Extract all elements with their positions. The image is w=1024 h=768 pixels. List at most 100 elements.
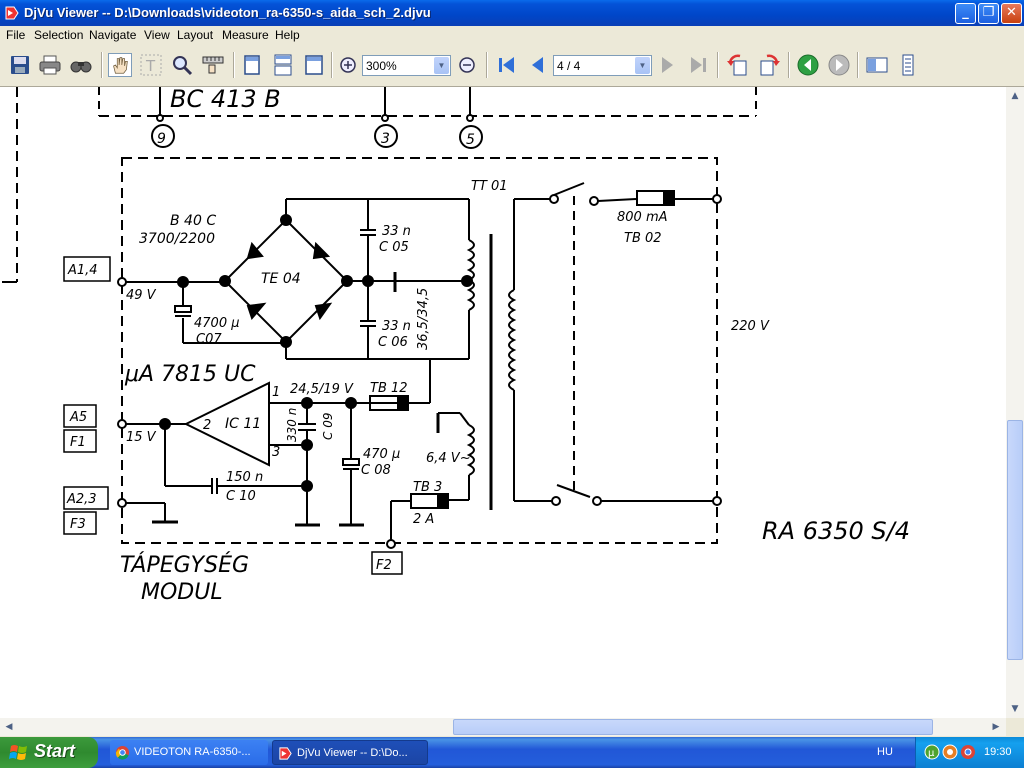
module-title-line1: TÁPEGYSÉG: [120, 552, 249, 578]
ic-pin1-label: 1: [272, 385, 280, 400]
transformer-label: TT 01: [471, 179, 508, 194]
menu-view[interactable]: View: [144, 28, 170, 42]
scroll-right-icon[interactable]: ▶: [988, 719, 1004, 735]
toolbar-separator: [101, 52, 103, 78]
last-page-icon[interactable]: [686, 53, 710, 77]
conn-a5-label: A5: [69, 410, 87, 425]
chevron-down-icon[interactable]: ▼: [434, 57, 449, 74]
go-forward-icon[interactable]: [827, 53, 851, 77]
svg-text:µ: µ: [928, 748, 935, 759]
pin5-label: 5: [466, 132, 475, 148]
go-back-icon[interactable]: [796, 53, 820, 77]
bridge-rating-label: 3700/2200: [139, 231, 215, 247]
secondary-voltage-label: 36,5/34,5: [416, 288, 431, 350]
vertical-scrollbar[interactable]: ▲ ▼: [1006, 87, 1024, 718]
mains-switch-top: [553, 182, 585, 196]
thumbnails-icon[interactable]: [865, 53, 889, 77]
continuous-page-icon[interactable]: [271, 53, 295, 77]
horizontal-scroll-thumb[interactable]: [453, 719, 933, 735]
chrome-icon: [115, 745, 130, 760]
zoom-out-icon[interactable]: [455, 53, 479, 77]
windows-logo-icon: [9, 745, 27, 760]
text-select-icon[interactable]: T: [139, 53, 163, 77]
close-button[interactable]: ✕: [1001, 3, 1022, 24]
zoom-value: 300%: [366, 59, 397, 73]
save-icon[interactable]: [8, 53, 32, 77]
regulator-label: μA 7815 UC: [124, 362, 256, 387]
menu-measure[interactable]: Measure: [222, 28, 269, 42]
print-icon[interactable]: [38, 53, 62, 77]
mains-voltage-label: 220 V: [731, 319, 770, 334]
menu-bar: File Selection Navigate View Layout Meas…: [0, 26, 1024, 44]
maximize-icon: ❐: [982, 5, 995, 20]
fuse-tb02-rating: 800 mA: [617, 210, 668, 225]
pin3-label: 3: [381, 131, 390, 147]
conn-f3-label: F3: [70, 517, 86, 532]
start-button[interactable]: Start: [0, 737, 98, 768]
svg-text:T: T: [145, 57, 156, 75]
toolbar-separator: [857, 52, 859, 78]
conn-f1-label: F1: [70, 435, 86, 450]
toolbar-separator: [233, 52, 235, 78]
chrome-tray-icon[interactable]: [960, 744, 976, 760]
zoom-combo[interactable]: 300% ▼: [362, 55, 451, 76]
ic-pin3-label: 3: [272, 445, 280, 460]
language-indicator[interactable]: HU: [877, 746, 893, 758]
bookmarks-icon[interactable]: [896, 53, 920, 77]
djvu-icon: [279, 747, 292, 760]
single-page-icon[interactable]: [240, 53, 264, 77]
facing-page-icon[interactable]: [302, 53, 326, 77]
chevron-down-icon[interactable]: ▼: [635, 57, 650, 74]
zoom-tool-icon[interactable]: [170, 53, 194, 77]
djvu-app-icon: [5, 6, 19, 20]
maximize-button[interactable]: ❐: [978, 3, 999, 24]
pin9-label: 9: [157, 131, 166, 147]
menu-file[interactable]: File: [6, 28, 25, 42]
c05-value: 33 n: [382, 224, 411, 239]
page-combo[interactable]: 4 / 4 ▼: [553, 55, 652, 76]
scroll-left-icon[interactable]: ◀: [1, 719, 17, 735]
ic-pin2-label: 2: [203, 418, 211, 433]
fuse-tb3-rating: 2 A: [413, 512, 434, 527]
taskbar-item-djvu[interactable]: DjVu Viewer -- D:\Do...: [272, 740, 428, 765]
title-bar: DjVu Viewer -- D:\Downloads\videoton_ra-…: [0, 0, 1024, 26]
antivirus-icon[interactable]: [942, 744, 958, 760]
rotate-left-icon[interactable]: [726, 53, 750, 77]
secondary-winding: [466, 239, 475, 311]
ic-name-label: IC 11: [225, 416, 261, 432]
menu-selection[interactable]: Selection: [34, 28, 83, 42]
prev-page-icon[interactable]: [525, 53, 549, 77]
menu-layout[interactable]: Layout: [177, 28, 213, 42]
window-title: DjVu Viewer -- D:\Downloads\videoton_ra-…: [24, 5, 431, 20]
heater-voltage-label: 6,4 V~: [426, 451, 471, 466]
hand-tool-icon[interactable]: [108, 53, 132, 77]
first-page-icon[interactable]: [495, 53, 519, 77]
menu-navigate[interactable]: Navigate: [89, 28, 136, 42]
find-icon[interactable]: [69, 53, 93, 77]
close-icon: ✕: [1006, 5, 1017, 20]
v49-label: 49 V: [126, 288, 157, 303]
c07-name: C07: [196, 332, 222, 347]
bridge-name-label: TE 04: [261, 271, 301, 287]
c09-name: C 09: [321, 413, 335, 440]
clock[interactable]: 19:30: [984, 746, 1012, 758]
minimize-button[interactable]: _: [955, 3, 976, 24]
c05-name: C 05: [379, 240, 409, 255]
next-page-icon[interactable]: [656, 53, 680, 77]
taskbar-item-browser[interactable]: VIDEOTON RA-6350-...: [110, 740, 268, 765]
rotate-right-icon[interactable]: [757, 53, 781, 77]
document-view[interactable]: BC 413 B 9 3 5 TT 01 B 40 C 3700/2200 TE…: [0, 87, 1006, 718]
taskbar-item-label: DjVu Viewer -- D:\Do...: [297, 747, 408, 759]
horizontal-scrollbar[interactable]: ◀ ▶: [0, 718, 1006, 736]
c10-value: 150 n: [226, 470, 263, 485]
toolbar-separator: [331, 52, 333, 78]
scroll-down-icon[interactable]: ▼: [1007, 701, 1023, 717]
model-label: RA 6350 S/4: [762, 517, 910, 545]
menu-help[interactable]: Help: [275, 28, 300, 42]
torrent-icon[interactable]: µ: [924, 744, 940, 760]
scroll-up-icon[interactable]: ▲: [1007, 88, 1023, 104]
measure-icon[interactable]: [201, 53, 225, 77]
vertical-scroll-thumb[interactable]: [1007, 420, 1023, 660]
zoom-in-icon[interactable]: [336, 53, 360, 77]
c09-value: 330 n: [285, 408, 299, 442]
